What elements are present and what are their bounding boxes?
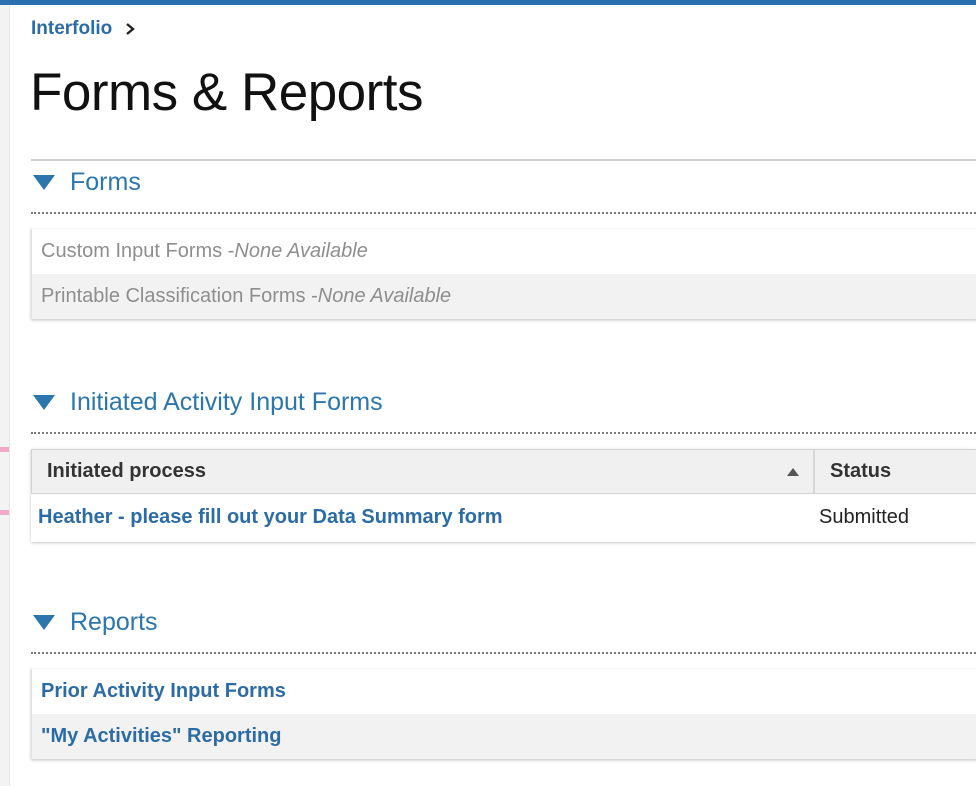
triangle-down-icon [33, 614, 55, 630]
section-divider-dotted [31, 652, 976, 654]
section-divider-dotted [31, 432, 976, 434]
table-cell-process: Heather - please fill out your Data Summ… [31, 506, 812, 529]
column-header-label: Status [830, 460, 892, 482]
left-rail-marker [0, 447, 9, 452]
list-item-note: None Available [317, 285, 452, 307]
forms-list: Custom Input Forms - None Available Prin… [31, 229, 976, 319]
column-header-process[interactable]: Initiated process [32, 450, 815, 493]
column-header-status[interactable]: Status [815, 450, 976, 493]
list-item: Prior Activity Input Forms [32, 669, 976, 714]
left-rail [0, 5, 10, 786]
column-header-label: Initiated process [47, 460, 206, 482]
list-item-label: Custom Input Forms - [41, 240, 235, 262]
sort-asc-icon [787, 468, 799, 476]
process-link[interactable]: Heather - please fill out your Data Summ… [38, 506, 503, 528]
section-heading-forms: Forms [70, 168, 141, 196]
initiated-table: Initiated process Status Heather - pleas… [31, 449, 976, 542]
section-toggle-forms[interactable]: Forms [33, 168, 141, 197]
breadcrumb: Interfolio [31, 18, 136, 40]
list-item-label: Printable Classification Forms - [41, 285, 318, 307]
list-item-note: None Available [234, 240, 368, 262]
report-link-prior-activity[interactable]: Prior Activity Input Forms [41, 680, 286, 703]
section-toggle-initiated[interactable]: Initiated Activity Input Forms [33, 388, 383, 417]
section-heading-reports: Reports [70, 608, 158, 636]
list-item: Printable Classification Forms - None Av… [32, 274, 976, 319]
triangle-down-icon [33, 174, 55, 190]
breadcrumb-link-interfolio[interactable]: Interfolio [31, 18, 112, 40]
section-heading-initiated: Initiated Activity Input Forms [70, 388, 383, 416]
top-accent-bar [0, 0, 976, 5]
section-divider-dotted [31, 212, 976, 214]
reports-list: Prior Activity Input Forms "My Activitie… [31, 669, 976, 759]
left-rail-marker [0, 510, 9, 515]
list-item: "My Activities" Reporting [32, 714, 976, 759]
table-cell-status: Submitted [819, 506, 910, 528]
table-row: Heather - please fill out your Data Summ… [31, 494, 976, 541]
list-item: Custom Input Forms - None Available [32, 229, 976, 274]
triangle-down-icon [33, 394, 55, 410]
table-header: Initiated process Status [31, 449, 976, 494]
section-divider [31, 159, 976, 161]
page-title: Forms & Reports [30, 63, 424, 122]
chevron-right-icon [126, 23, 136, 35]
section-toggle-reports[interactable]: Reports [33, 608, 158, 637]
report-link-my-activities[interactable]: "My Activities" Reporting [41, 725, 281, 748]
